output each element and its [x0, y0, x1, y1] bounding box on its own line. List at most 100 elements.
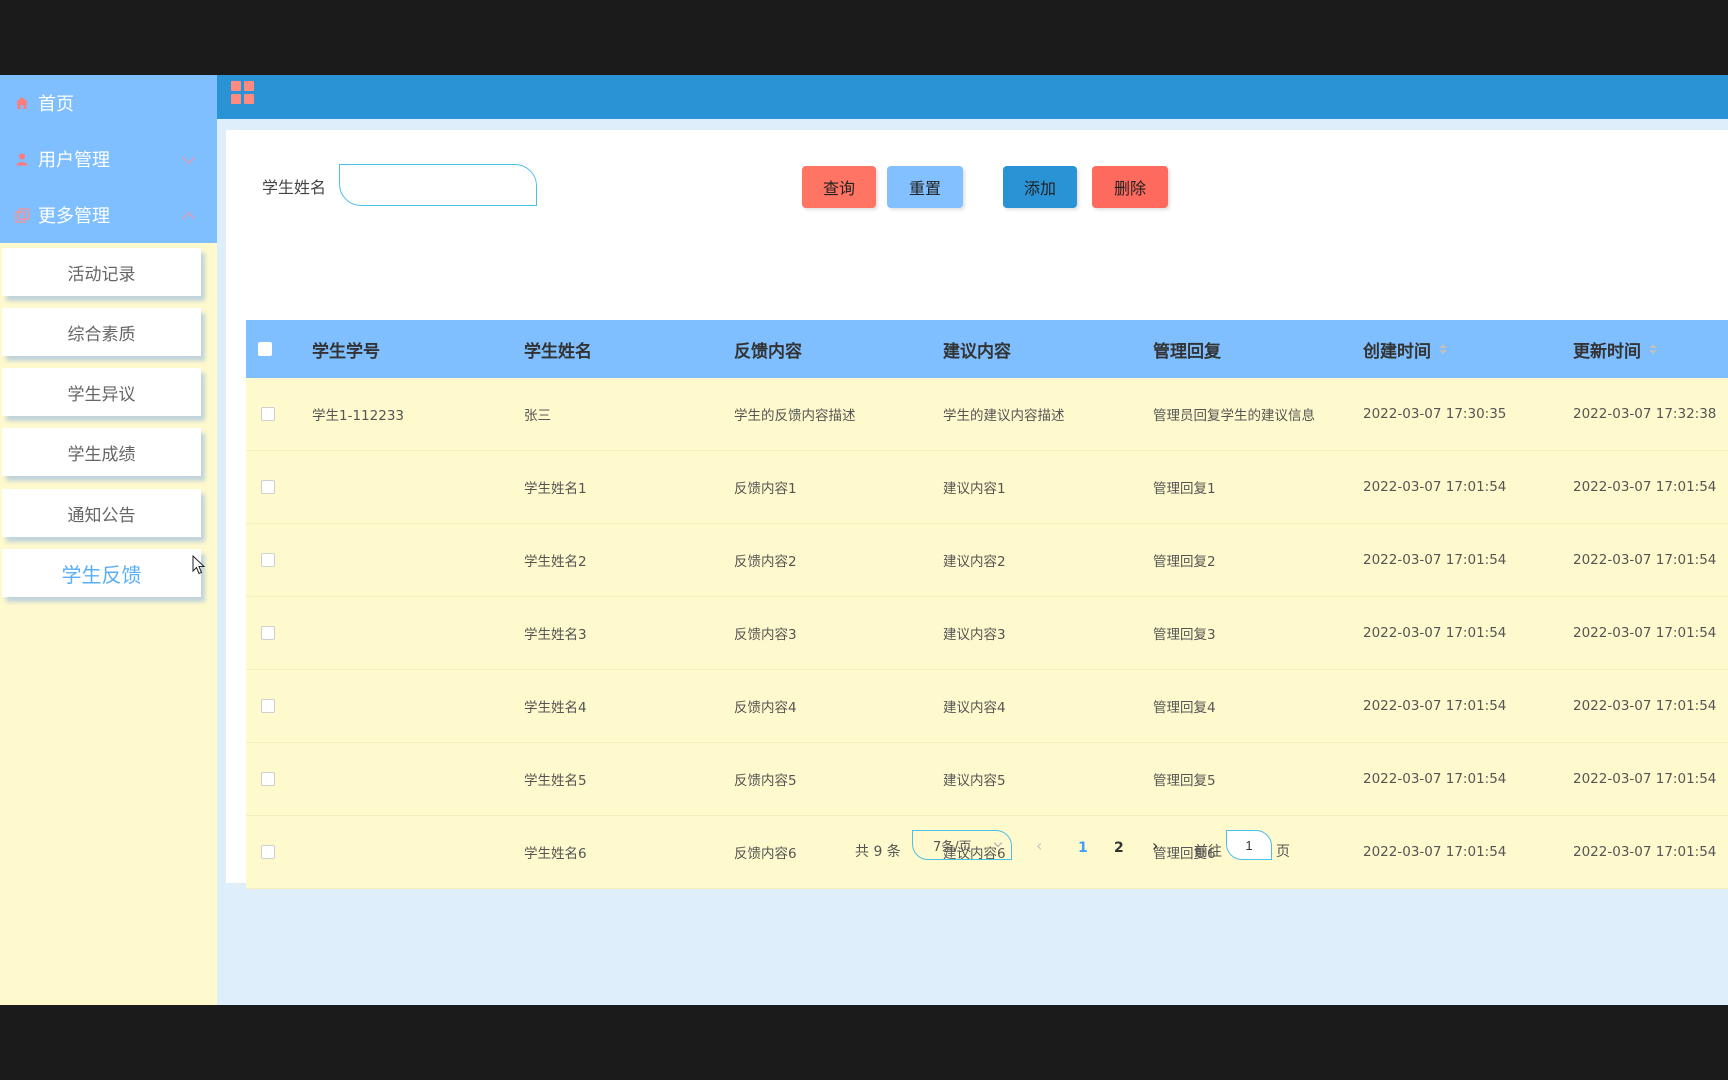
cell-created-time: 2022-03-07 17:30:35 — [1363, 406, 1507, 422]
student-name-search-input[interactable] — [339, 164, 537, 206]
cell-updated-time: 2022-03-07 17:01:54 — [1573, 625, 1717, 641]
cell-feedback: 学生的反馈内容描述 — [734, 408, 856, 424]
cell-suggestion: 学生的建议内容描述 — [943, 408, 1065, 424]
query-button[interactable]: 查询 — [802, 166, 876, 208]
header-updated-time[interactable]: 更新时间 — [1573, 320, 1657, 378]
header-created-time[interactable]: 创建时间 — [1363, 320, 1447, 378]
row-checkbox[interactable] — [261, 407, 275, 421]
header-student-name: 学生姓名 — [524, 341, 592, 362]
cell-suggestion: 建议内容2 — [943, 554, 1006, 570]
page-size-value: 7条/页 — [933, 839, 972, 855]
menu-home-label: 首页 — [38, 94, 74, 115]
page-1-button[interactable]: 1 — [1078, 840, 1088, 856]
sidebar-item-student-grades[interactable]: 学生成绩 — [2, 428, 201, 476]
menu-user-management-label: 用户管理 — [38, 150, 110, 171]
prev-page-icon[interactable]: ‹ — [1036, 836, 1048, 855]
table-row[interactable]: 学生1-112233 张三 学生的反馈内容描述 学生的建议内容描述 管理员回复学生的建议… — [246, 378, 1728, 451]
table-header: 学生学号 学生姓名 反馈内容 建议内容 管理回复 创建时间 更新时间 — [246, 320, 1728, 378]
row-checkbox[interactable] — [261, 626, 275, 640]
sidebar-item-comprehensive-quality[interactable]: 综合素质 — [2, 308, 201, 356]
page-2-button[interactable]: 2 — [1114, 840, 1124, 856]
row-checkbox[interactable] — [261, 480, 275, 494]
delete-button[interactable]: 删除 — [1092, 166, 1168, 208]
sidebar-item-activity-records[interactable]: 活动记录 — [2, 248, 201, 296]
cell-suggestion: 建议内容1 — [943, 481, 1006, 497]
cell-student-name: 学生姓名4 — [524, 700, 587, 716]
pagination-total: 共 9 条 — [855, 844, 901, 860]
search-label: 学生姓名 — [262, 178, 327, 197]
cell-feedback: 反馈内容3 — [734, 627, 797, 643]
cell-student-name: 学生姓名5 — [524, 773, 587, 789]
menu-home[interactable]: 首页 — [0, 75, 217, 131]
sidebar-item-label: 通知公告 — [67, 505, 136, 526]
sidebar-item-student-objection[interactable]: 学生异议 — [2, 368, 201, 416]
select-all-checkbox[interactable] — [258, 342, 272, 356]
cell-feedback: 反馈内容1 — [734, 481, 797, 497]
header-admin-reply: 管理回复 — [1153, 341, 1221, 362]
row-checkbox[interactable] — [261, 699, 275, 713]
cell-updated-time: 2022-03-07 17:01:54 — [1573, 479, 1717, 495]
cell-created-time: 2022-03-07 17:01:54 — [1363, 698, 1507, 714]
cell-updated-time: 2022-03-07 17:01:54 — [1573, 552, 1717, 568]
cell-suggestion: 建议内容5 — [943, 773, 1006, 789]
chevron-up-icon — [182, 212, 195, 225]
cell-feedback: 反馈内容4 — [734, 700, 797, 716]
row-checkbox[interactable] — [261, 772, 275, 786]
top-bar — [217, 75, 1728, 119]
menu-more-management-label: 更多管理 — [38, 206, 110, 227]
cell-admin-reply: 管理员回复学生的建议信息 — [1153, 408, 1315, 424]
sidebar-item-label: 学生异议 — [67, 384, 136, 405]
cell-feedback: 反馈内容5 — [734, 773, 797, 789]
header-feedback: 反馈内容 — [734, 341, 802, 362]
page-size-select[interactable]: 7条/页 — [912, 830, 1012, 860]
sidebar-item-label: 活动记录 — [67, 264, 136, 285]
cell-admin-reply: 管理回复2 — [1153, 554, 1216, 570]
sidebar-item-label: 学生反馈 — [61, 562, 142, 587]
goto-page-input[interactable] — [1226, 830, 1272, 860]
table-row[interactable]: 学生姓名3 反馈内容3 建议内容3 管理回复3 2022-03-07 17:01:54 2… — [246, 597, 1728, 670]
app-root: 首页 用户管理 更多管理 活动记录 综合素质 学生异议 学生成绩 通知公告 学生… — [0, 75, 1728, 1005]
sidebar: 首页 用户管理 更多管理 活动记录 综合素质 学生异议 学生成绩 通知公告 学生… — [0, 75, 217, 1005]
cell-updated-time: 2022-03-07 17:01:54 — [1573, 771, 1717, 787]
cell-created-time: 2022-03-07 17:01:54 — [1363, 771, 1507, 787]
cell-created-time: 2022-03-07 17:01:54 — [1363, 552, 1507, 568]
page-suffix-label: 页 — [1276, 844, 1290, 860]
cell-updated-time: 2022-03-07 17:32:38 — [1573, 406, 1717, 422]
pagination: 共 9 条 7条/页 ‹ 1 2 › 前往 页 — [226, 830, 1728, 870]
menu-user-management[interactable]: 用户管理 — [0, 131, 217, 187]
content-card: 学生姓名 查询 重置 添加 删除 学生学号 学生姓名 反馈内容 建议内容 管理回… — [226, 130, 1728, 889]
chevron-down-icon — [993, 838, 1003, 848]
cell-suggestion: 建议内容3 — [943, 627, 1006, 643]
cell-created-time: 2022-03-07 17:01:54 — [1363, 625, 1507, 641]
apps-grid-icon[interactable] — [231, 81, 255, 105]
table-row[interactable]: 学生姓名2 反馈内容2 建议内容2 管理回复2 2022-03-07 17:01:54 2… — [246, 524, 1728, 597]
cell-student-name: 张三 — [524, 408, 551, 424]
sort-icon[interactable] — [1649, 344, 1657, 354]
cell-student-name: 学生姓名2 — [524, 554, 587, 570]
sidebar-item-student-feedback[interactable]: 学生反馈 — [2, 549, 201, 597]
cell-suggestion: 建议内容4 — [943, 700, 1006, 716]
reset-button[interactable]: 重置 — [887, 166, 963, 208]
user-icon — [14, 151, 30, 167]
table-row[interactable]: 学生姓名4 反馈内容4 建议内容4 管理回复4 2022-03-07 17:01:54 2… — [246, 670, 1728, 743]
cell-admin-reply: 管理回复4 — [1153, 700, 1216, 716]
cell-created-time: 2022-03-07 17:01:54 — [1363, 479, 1507, 495]
sort-icon[interactable] — [1439, 344, 1447, 354]
menu-more-management[interactable]: 更多管理 — [0, 187, 217, 243]
add-button[interactable]: 添加 — [1003, 166, 1077, 208]
table-row[interactable]: 学生姓名1 反馈内容1 建议内容1 管理回复1 2022-03-07 17:01:54 2… — [246, 451, 1728, 524]
header-suggestion: 建议内容 — [943, 341, 1011, 362]
copy-icon — [14, 207, 30, 223]
sidebar-item-notices[interactable]: 通知公告 — [2, 489, 201, 537]
row-checkbox[interactable] — [261, 553, 275, 567]
header-student-id: 学生学号 — [312, 341, 380, 362]
cell-student-id: 学生1-112233 — [312, 408, 404, 424]
cell-admin-reply: 管理回复1 — [1153, 481, 1216, 497]
cell-feedback: 反馈内容2 — [734, 554, 797, 570]
table-row[interactable]: 学生姓名5 反馈内容5 建议内容5 管理回复5 2022-03-07 17:01:54 2… — [246, 743, 1728, 816]
mouse-cursor-icon — [192, 555, 206, 575]
cell-updated-time: 2022-03-07 17:01:54 — [1573, 698, 1717, 714]
cell-student-name: 学生姓名3 — [524, 627, 587, 643]
goto-label: 前往 — [1194, 844, 1222, 860]
next-page-icon[interactable]: › — [1152, 836, 1158, 855]
